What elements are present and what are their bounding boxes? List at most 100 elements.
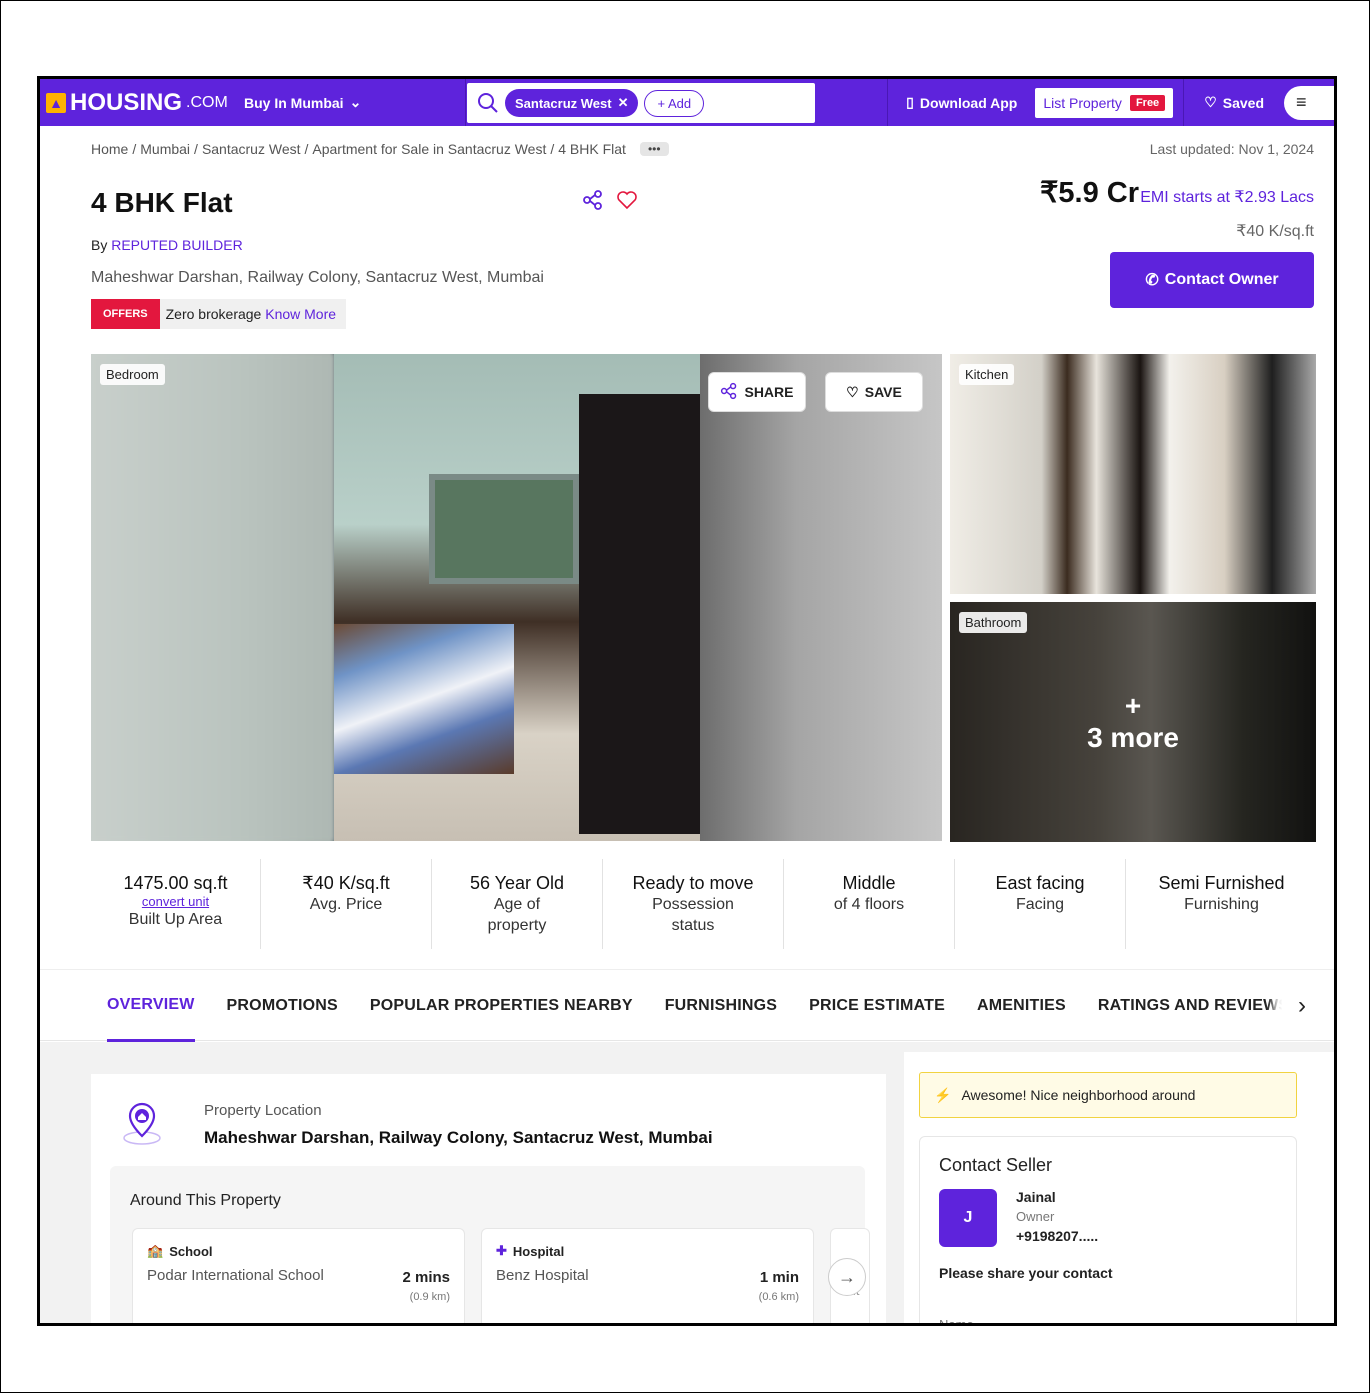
- convert-unit-link[interactable]: convert unit: [142, 894, 209, 909]
- add-locality-button[interactable]: + Add: [644, 89, 705, 117]
- kitchen-photo[interactable]: Kitchen: [950, 354, 1316, 594]
- search-chip-locality[interactable]: Santacruz West ✕: [505, 89, 639, 117]
- phone-call-icon: ✆: [1145, 272, 1159, 289]
- tab-ratings-reviews[interactable]: RATINGS AND REVIEWS: [1098, 970, 1289, 1042]
- stat-furnishing-value: Semi Furnished: [1158, 873, 1285, 893]
- property-price: ₹5.9 Cr: [1039, 177, 1139, 209]
- seller-name: Jainal: [1016, 1189, 1056, 1205]
- saved-button[interactable]: ♡ Saved: [1183, 79, 1284, 126]
- photo-blur-left: [91, 354, 334, 841]
- tab-promotions[interactable]: PROMOTIONS: [227, 970, 338, 1042]
- breadcrumb-santacruz-west[interactable]: Santacruz West: [202, 141, 301, 157]
- emi-link[interactable]: EMI starts at ₹2.93 Lacs: [1140, 187, 1314, 207]
- poi-card-school[interactable]: 🏫 School Podar International School 2 mi…: [132, 1228, 465, 1323]
- lightning-icon: ⚡: [934, 1086, 952, 1103]
- phone-icon: ▯: [906, 94, 914, 110]
- photo-label-bathroom: Bathroom: [959, 612, 1028, 633]
- right-sidebar: ⚡ Awesome! Nice neighborhood around Cont…: [904, 1052, 1334, 1323]
- tab-overview[interactable]: OVERVIEW: [107, 970, 195, 1042]
- stat-floor-value: Middle: [842, 873, 896, 893]
- saved-label: Saved: [1222, 94, 1264, 111]
- stat-furnishing-label: Furnishing: [1184, 896, 1259, 913]
- chevron-down-icon: ⌄: [349, 94, 362, 110]
- gallery-save-label: SAVE: [864, 384, 902, 400]
- city-dropdown-label: Buy In Mumbai: [244, 94, 344, 111]
- poi-next-button[interactable]: →: [828, 1258, 866, 1296]
- tab-furnishings[interactable]: FURNISHINGS: [665, 970, 777, 1042]
- tabs-next-button[interactable]: ›: [1282, 976, 1322, 1036]
- poi-time: 2 mins: [402, 1269, 450, 1286]
- contact-owner-button[interactable]: ✆ Contact Owner: [1110, 252, 1314, 308]
- stat-avg-price-value: ₹40 K/sq.ft: [302, 873, 390, 893]
- close-icon[interactable]: ✕: [618, 95, 629, 111]
- housing-logo[interactable]: ▲ HOUSING .COM: [46, 89, 228, 117]
- share-icon[interactable]: [582, 189, 604, 216]
- bathroom-photo[interactable]: Bathroom + 3 more: [950, 602, 1316, 842]
- stat-facing-value: East facing: [995, 873, 1085, 893]
- photo-label-kitchen: Kitchen: [959, 364, 1015, 385]
- logo-text: HOUSING: [70, 89, 183, 116]
- stat-possession-label: Possession: [652, 896, 734, 913]
- hamburger-menu-button[interactable]: ≡: [1284, 85, 1334, 120]
- photo-window: [429, 474, 579, 584]
- list-property-label: List Property: [1043, 94, 1122, 111]
- stat-facing: East facing Facing: [955, 859, 1126, 949]
- stat-area-label: Built Up Area: [128, 911, 223, 928]
- around-property: Around This Property 🏫 School Podar Inte…: [110, 1166, 870, 1323]
- avatar: J: [939, 1189, 997, 1247]
- around-title: Around This Property: [130, 1192, 281, 1209]
- tab-price-estimate[interactable]: PRICE ESTIMATE: [809, 970, 945, 1042]
- tab-amenities[interactable]: AMENITIES: [977, 970, 1066, 1042]
- poi-name: Podar International School: [147, 1267, 324, 1284]
- city-dropdown[interactable]: Buy In Mumbai ⌄: [228, 79, 466, 126]
- name-field[interactable]: [939, 1305, 1279, 1323]
- heart-icon[interactable]: [616, 189, 638, 216]
- property-location-label: Property Location: [204, 1102, 322, 1119]
- stat-facing-label: Facing: [1015, 896, 1065, 913]
- tab-popular-properties[interactable]: POPULAR PROPERTIES NEARBY: [370, 970, 633, 1042]
- browser-viewport: ▲ HOUSING .COM Buy In Mumbai ⌄ Santacruz …: [37, 76, 1337, 1326]
- poi-card-hospital[interactable]: ✚ Hospital Benz Hospital 1 min (0.6 km): [481, 1228, 814, 1323]
- download-app-button[interactable]: ▯ Download App: [887, 79, 1035, 126]
- breadcrumb-more-button[interactable]: •••: [639, 142, 669, 156]
- nav-right: ▯ Download App List Property Free ♡ Save…: [887, 79, 1334, 126]
- logo-icon: ▲: [46, 93, 66, 113]
- seller-phone[interactable]: +9198207.....: [1016, 1228, 1098, 1244]
- poi-distance: (0.6 km): [758, 1291, 799, 1303]
- last-updated: Last updated: Nov 1, 2024: [1149, 141, 1314, 157]
- price-per-sqft: ₹40 K/sq.ft: [1236, 223, 1314, 240]
- search-chip-label: Santacruz West: [515, 95, 612, 111]
- stat-area: 1475.00 sq.ft convert unit Built Up Area: [91, 859, 261, 949]
- property-stats: 1475.00 sq.ft convert unit Built Up Area…: [91, 859, 1317, 949]
- know-more-link[interactable]: Know More: [265, 306, 336, 322]
- more-photos-overlay[interactable]: + 3 more: [950, 602, 1316, 842]
- stat-possession-label-2: status: [671, 917, 715, 934]
- breadcrumb-mumbai[interactable]: Mumbai: [140, 141, 190, 157]
- poi-time: 1 min: [759, 1269, 799, 1286]
- free-badge: Free: [1129, 94, 1166, 111]
- search-icon[interactable]: [477, 92, 499, 114]
- list-property-button[interactable]: List Property Free: [1035, 87, 1174, 118]
- heart-icon: ♡: [846, 383, 859, 400]
- builder-name[interactable]: REPUTED BUILDER: [111, 237, 242, 253]
- location-pin-icon: [117, 1100, 167, 1151]
- stat-age: 56 Year Old Age of property: [432, 859, 603, 949]
- stat-furnishing: Semi Furnished Furnishing: [1126, 859, 1317, 949]
- search-bar[interactable]: Santacruz West ✕ + Add: [467, 83, 815, 123]
- download-app-label: Download App: [919, 94, 1018, 111]
- stat-age-value: 56 Year Old: [469, 873, 565, 893]
- breadcrumb-apartment-sale[interactable]: Apartment for Sale in Santacruz West: [312, 141, 546, 157]
- breadcrumb-home[interactable]: Home: [91, 141, 128, 157]
- offers-tag: OFFERS: [91, 299, 160, 329]
- main-photo[interactable]: Bedroom SHARE ♡ SAVE: [91, 354, 942, 841]
- contact-seller-title: Contact Seller: [939, 1155, 1053, 1175]
- photo-wardrobe: [579, 394, 700, 834]
- photo-bed: [334, 624, 514, 774]
- gallery-save-button[interactable]: ♡ SAVE: [825, 372, 923, 412]
- gallery-share-button[interactable]: SHARE: [708, 372, 806, 412]
- offers-description: Zero brokerage: [165, 306, 262, 322]
- photo-blur-right: [700, 354, 942, 841]
- share-contact-prompt: Please share your contact: [939, 1265, 1113, 1281]
- top-navbar: ▲ HOUSING .COM Buy In Mumbai ⌄ Santacruz …: [40, 79, 1334, 126]
- stat-age-label-2: property: [487, 917, 547, 934]
